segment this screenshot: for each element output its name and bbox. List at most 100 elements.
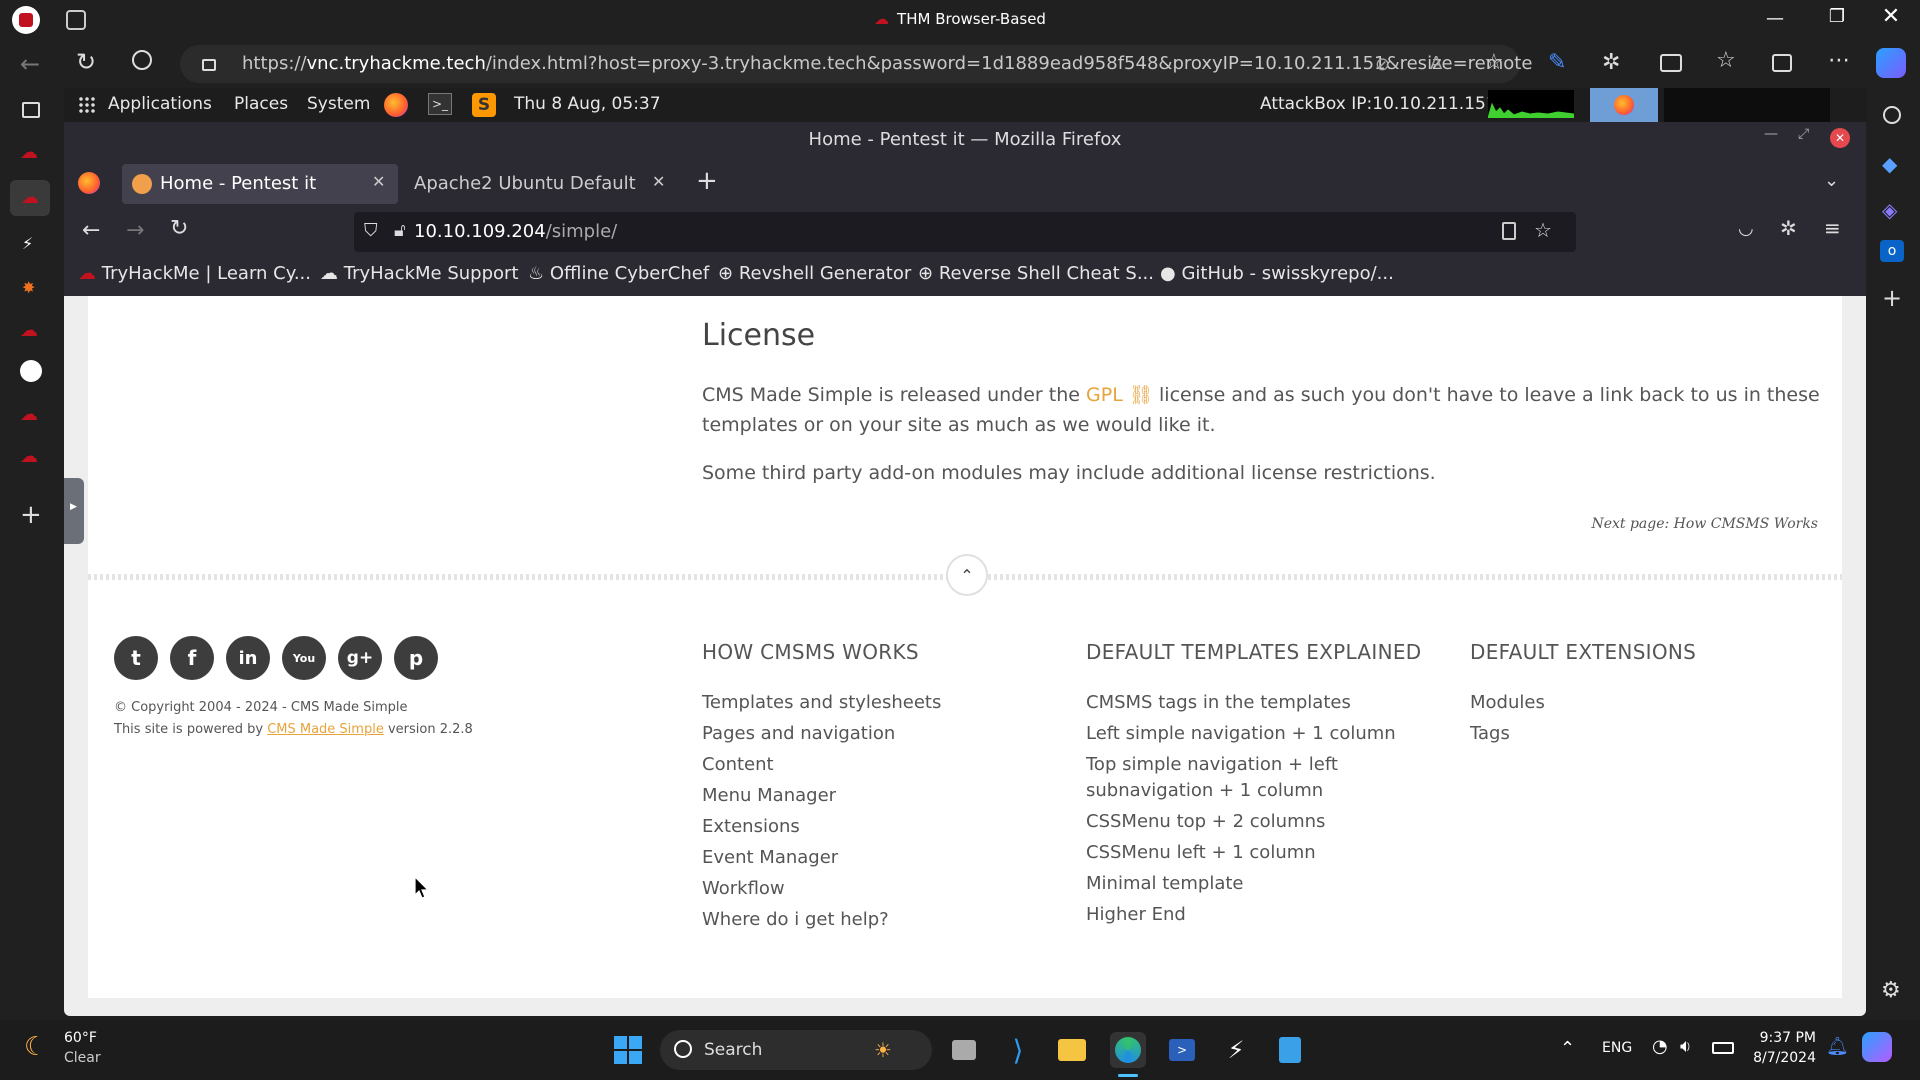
outlook-icon[interactable]: o (1880, 240, 1904, 262)
scroll-to-top-button[interactable]: ⌃ (946, 554, 988, 596)
ff-forward-icon[interactable]: → (126, 218, 144, 243)
edge-url-text[interactable]: https://vnc.tryhackme.tech/index.html?ho… (242, 53, 1532, 74)
tab-home-pentest[interactable]: Home - Pentest it ✕ (122, 164, 398, 204)
footer-link[interactable]: Modules (1470, 692, 1545, 713)
footer-link[interactable]: Top simple navigation + left (1086, 754, 1338, 775)
bookmark-thm-support[interactable]: ☁ TryHackMe Support (320, 263, 519, 284)
tab-close-icon[interactable]: ✕ (652, 172, 665, 191)
ff-back-icon[interactable]: ← (82, 218, 100, 243)
task-view-icon[interactable] (946, 1032, 982, 1068)
close-button[interactable]: ✕ (1876, 4, 1906, 32)
terminal-launcher-icon[interactable]: >_ (428, 93, 452, 115)
facebook-icon[interactable]: f (170, 636, 214, 680)
ff-minimize-button[interactable]: — (1764, 126, 1778, 142)
file-explorer-icon[interactable] (1054, 1032, 1090, 1068)
tab-actions-icon[interactable] (22, 102, 40, 118)
footer-link[interactable]: Tags (1470, 723, 1510, 744)
reader-view-icon[interactable] (1502, 222, 1516, 240)
list-all-tabs-icon[interactable]: ⌄ (1824, 170, 1839, 191)
tab-burp-icon[interactable]: ✸ (22, 278, 35, 297)
footer-link[interactable]: Event Manager (702, 847, 838, 868)
footer-link[interactable]: Extensions (702, 816, 800, 837)
more-icon[interactable]: ⋯ (1828, 48, 1850, 73)
minimize-button[interactable]: — (1760, 8, 1790, 32)
show-hidden-icons-chevron-icon[interactable]: ⌃ (1560, 1038, 1575, 1059)
clock-date[interactable]: 8/7/2024 (1753, 1050, 1816, 1066)
taskbar-search-box[interactable]: Search ☀ (660, 1030, 932, 1070)
footer-link[interactable]: Workflow (702, 878, 785, 899)
taskbar-firefox-window[interactable] (1590, 88, 1658, 122)
bookmark-cyberchef[interactable]: ♨ Offline CyberChef (528, 263, 709, 284)
edge-address-bar[interactable]: https://vnc.tryhackme.tech/index.html?ho… (180, 45, 1532, 83)
insecure-lock-icon[interactable]: 🔓︎ (394, 220, 406, 241)
footer-link[interactable]: Left simple navigation + 1 column (1086, 723, 1396, 744)
copilot-sidebar-icon[interactable]: ◈ (1882, 198, 1897, 222)
snipping-tool-icon[interactable]: ⚡ (1218, 1032, 1254, 1068)
language-indicator[interactable]: ENG (1602, 1040, 1632, 1056)
footer-link[interactable]: Menu Manager (702, 785, 836, 806)
ff-menu-icon[interactable]: ≡ (1824, 216, 1841, 240)
notepad-icon[interactable] (1272, 1032, 1308, 1068)
ff-maximize-button[interactable]: ⤢ (1798, 126, 1809, 142)
tab-thm-icon[interactable]: ☁ (20, 142, 38, 163)
favorite-star-icon[interactable]: ☆ (1484, 50, 1504, 75)
restore-button[interactable]: ❐ (1822, 6, 1852, 30)
vscode-icon[interactable]: ⟩ (1000, 1032, 1036, 1068)
tab-apache2[interactable]: Apache2 Ubuntu Default Pag ✕ (404, 164, 674, 204)
footer-link[interactable]: CSSMenu top + 2 columns (1086, 811, 1325, 832)
footer-link[interactable]: CSSMenu left + 1 column (1086, 842, 1316, 863)
edge-browser-icon[interactable] (1110, 1032, 1146, 1068)
tracking-prevention-icon[interactable]: ⊘ (1375, 54, 1390, 75)
bookmark-star-icon[interactable]: ☆ (1534, 218, 1552, 242)
ff-url-bar[interactable]: ⛉ 🔓︎ 10.10.109.204/simple/ ☆ (354, 212, 1576, 252)
search-icon[interactable] (132, 50, 152, 70)
footer-link[interactable]: Pages and navigation (702, 723, 895, 744)
weather-moon-icon[interactable]: ☾ (24, 1032, 47, 1062)
panel-window-slot[interactable] (1664, 88, 1830, 122)
battery-icon[interactable] (1712, 1042, 1734, 1054)
tab-thm-icon-2[interactable]: ☁ (20, 320, 38, 341)
add-sidebar-icon[interactable]: + (1882, 284, 1902, 312)
bookmark-tryhackme[interactable]: ☁ TryHackMe | Learn Cy... (78, 263, 311, 284)
refresh-icon[interactable]: ↻ (76, 48, 96, 76)
start-windows-icon[interactable] (610, 1032, 646, 1068)
volume-icon[interactable]: 🔉︎ (1680, 1036, 1691, 1057)
notifications-bell-icon[interactable]: 🔔︎ (1826, 1036, 1849, 1057)
pocket-icon[interactable]: ◡ (1738, 218, 1754, 239)
powershell-icon[interactable]: > (1164, 1032, 1200, 1068)
ff-reload-icon[interactable]: ↻ (170, 216, 188, 241)
new-tab-button[interactable]: + (696, 166, 718, 196)
read-aloud-icon[interactable]: A (1430, 53, 1442, 74)
sublime-launcher-icon[interactable]: S (472, 93, 496, 117)
vnc-viewport[interactable]: Applications Places System >_ S Thu 8 Au… (64, 88, 1866, 1016)
tab-close-icon[interactable]: ✕ (372, 172, 385, 191)
wifi-icon[interactable]: ◔ (1652, 1036, 1668, 1057)
shopping-tag-icon[interactable]: ◆ (1882, 152, 1897, 176)
copilot-pen-icon[interactable]: ✎ (1548, 50, 1566, 75)
tab-thm-active-icon[interactable]: ☁ (10, 180, 50, 216)
google-plus-icon[interactable]: g+ (338, 636, 382, 680)
copilot-icon[interactable] (1876, 48, 1906, 78)
favorites-icon[interactable]: ☆ (1716, 48, 1736, 73)
weather-temp[interactable]: 60°F (64, 1030, 97, 1046)
firefox-view-icon[interactable] (78, 172, 100, 194)
twitter-icon[interactable]: t (114, 636, 158, 680)
footer-link[interactable]: Minimal template (1086, 873, 1243, 894)
places-menu[interactable]: Places (234, 94, 288, 114)
tab-thm-icon-3[interactable]: ☁ (20, 404, 38, 425)
pinterest-icon[interactable]: p (394, 636, 438, 680)
footer-link[interactable]: subnavigation + 1 column (1086, 780, 1323, 801)
extensions-icon[interactable]: ✲ (1602, 50, 1620, 75)
tab-revshell-icon[interactable]: ⚡ (22, 234, 33, 253)
bookmark-github[interactable]: ● GitHub - swisskyrepo/... (1160, 263, 1394, 284)
footer-link[interactable]: Higher End (1086, 904, 1186, 925)
footer-link[interactable]: Content (702, 754, 774, 775)
ff-close-button[interactable]: ✕ (1830, 128, 1850, 148)
panel-datetime[interactable]: Thu 8 Aug, 05:37 (514, 94, 661, 114)
apps-grid-icon[interactable] (78, 96, 96, 114)
settings-gear-icon[interactable]: ⚙ (1881, 978, 1901, 1003)
system-menu[interactable]: System (307, 94, 370, 114)
ff-url-text[interactable]: 10.10.109.204/simple/ (414, 221, 617, 242)
new-tab-icon[interactable]: + (20, 500, 42, 530)
tab-thm-icon-4[interactable]: ☁ (20, 446, 38, 467)
